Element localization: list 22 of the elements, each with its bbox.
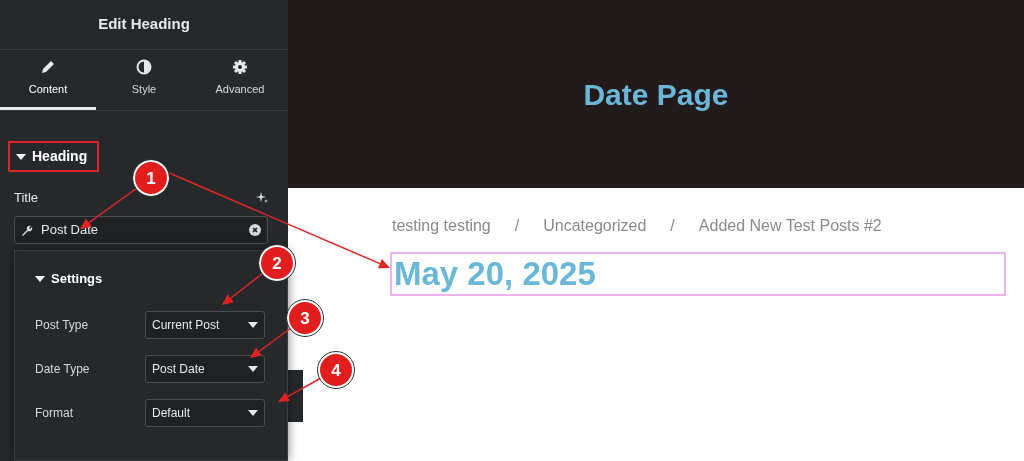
setting-label: Date Type xyxy=(35,360,90,378)
tab[interactable]: Advanced xyxy=(192,50,288,110)
setting-label: Format xyxy=(35,404,73,422)
breadcrumb-item[interactable]: testing testing xyxy=(392,214,491,238)
tab[interactable]: Style xyxy=(96,50,192,110)
breadcrumb-separator: / xyxy=(670,216,675,236)
callout-badge: 3 xyxy=(286,299,324,337)
field-label: Title xyxy=(14,189,39,207)
breadcrumb-item[interactable]: Uncategorized xyxy=(543,214,647,238)
callout-badge: 1 xyxy=(132,159,170,197)
select-field[interactable]: Default xyxy=(145,398,265,427)
select-field[interactable]: Current Post xyxy=(145,310,265,339)
select-field[interactable]: Post Date xyxy=(145,354,265,383)
callout-badge: 2 xyxy=(258,244,296,282)
page-title: Date Page xyxy=(583,76,729,113)
callout-badge: 4 xyxy=(317,351,355,389)
breadcrumb-separator: / xyxy=(514,216,520,236)
settings-toggle[interactable]: Settings xyxy=(35,269,103,289)
setting-label: Post Type xyxy=(35,316,89,334)
date-heading: May 20, 2025 xyxy=(394,254,596,295)
section-toggle[interactable]: Heading xyxy=(8,141,100,172)
tab[interactable]: Content xyxy=(0,50,96,110)
